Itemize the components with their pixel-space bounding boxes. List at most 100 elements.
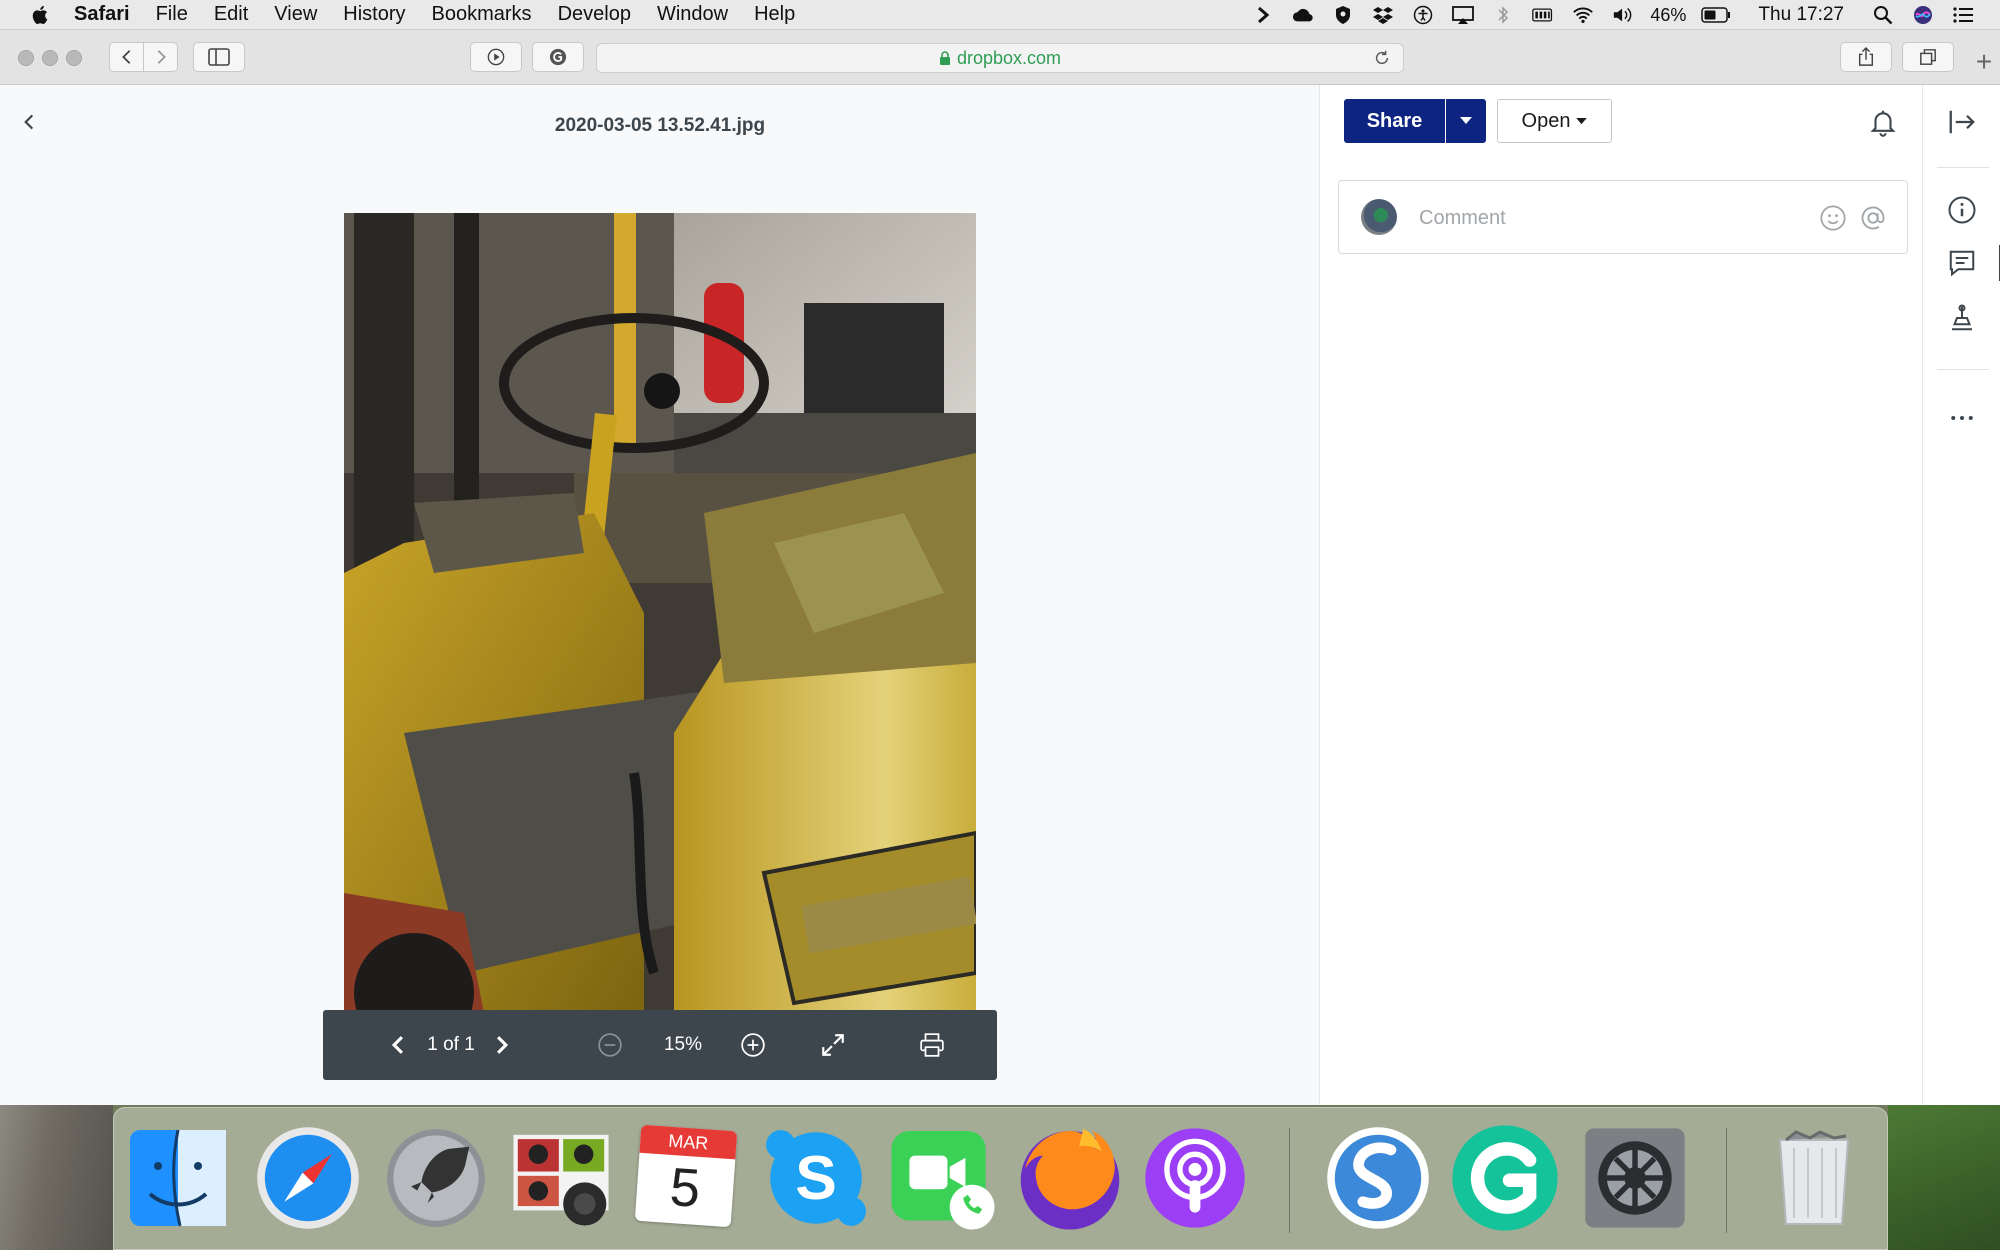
- fullscreen-button[interactable]: [816, 1010, 850, 1080]
- open-button[interactable]: Open: [1497, 99, 1612, 143]
- volume-icon[interactable]: [1610, 5, 1636, 25]
- menu-view[interactable]: View: [274, 3, 317, 26]
- emoji-icon[interactable]: [1819, 204, 1847, 232]
- tabs-icon: [1920, 49, 1936, 65]
- dock-divider: [1726, 1128, 1727, 1233]
- back-button[interactable]: [109, 42, 144, 72]
- battery-level-icon[interactable]: [1530, 5, 1556, 25]
- zoom-in-button[interactable]: [736, 1010, 770, 1080]
- menu-window[interactable]: Window: [657, 3, 728, 26]
- siri-icon[interactable]: [1910, 5, 1936, 25]
- simplenote-icon[interactable]: [1324, 1122, 1432, 1234]
- system-preferences-icon[interactable]: [1581, 1122, 1689, 1234]
- print-button[interactable]: [915, 1010, 949, 1080]
- comments-icon[interactable]: [1947, 248, 1977, 278]
- trash-icon[interactable]: [1764, 1122, 1864, 1234]
- safari-icon[interactable]: [254, 1122, 362, 1234]
- menu-safari[interactable]: Safari: [74, 3, 130, 26]
- address-bar[interactable]: dropbox.com: [596, 43, 1404, 73]
- desktop-wallpaper-left: [0, 1105, 113, 1250]
- previous-page-button[interactable]: [383, 1010, 413, 1080]
- zoom-in-icon: [741, 1033, 765, 1057]
- reader-play-button[interactable]: [470, 42, 522, 72]
- chevron-left-icon: [391, 1036, 404, 1054]
- share-button[interactable]: Share: [1344, 99, 1445, 143]
- wifi-icon[interactable]: [1570, 5, 1596, 25]
- podcasts-icon[interactable]: [1141, 1122, 1249, 1234]
- sidebar-toggle-button[interactable]: [193, 42, 245, 72]
- share-icon: [1858, 47, 1874, 66]
- battery-percent[interactable]: 46%: [1650, 5, 1686, 26]
- calendar-day: 5: [668, 1156, 703, 1219]
- menu-edit[interactable]: Edit: [214, 3, 248, 26]
- print-icon: [920, 1033, 944, 1057]
- facetime-icon[interactable]: [887, 1122, 999, 1234]
- url-text: dropbox.com: [956, 47, 1062, 68]
- dock-divider: [1289, 1128, 1290, 1233]
- comment-input[interactable]: [1419, 201, 1799, 235]
- grammarly-icon[interactable]: [1449, 1122, 1561, 1234]
- airplay-icon[interactable]: [1450, 5, 1476, 25]
- clock[interactable]: Thu 17:27: [1758, 4, 1844, 26]
- shield-icon[interactable]: [1330, 5, 1356, 25]
- menu-history[interactable]: History: [343, 3, 405, 26]
- notification-center-icon[interactable]: [1950, 5, 1976, 25]
- sidebar-icon: [208, 48, 230, 66]
- dock: MAR 5 S: [113, 1107, 1888, 1250]
- mention-icon[interactable]: [1859, 204, 1887, 232]
- sidebar-rail: [1922, 85, 2000, 1105]
- close-window-button[interactable]: [18, 50, 34, 66]
- minimize-window-button[interactable]: [42, 50, 58, 66]
- more-options-icon[interactable]: [1947, 403, 1977, 433]
- skype-icon[interactable]: S: [764, 1122, 868, 1234]
- file-sidebar: Share Open: [1320, 85, 1922, 1105]
- stamp-icon[interactable]: [1947, 303, 1977, 333]
- svg-text:S: S: [795, 1144, 837, 1213]
- info-icon[interactable]: [1947, 195, 1977, 225]
- caret-down-icon: [1460, 117, 1472, 124]
- firefox-icon[interactable]: [1014, 1122, 1126, 1234]
- menu-file[interactable]: File: [156, 3, 188, 26]
- bluetooth-icon[interactable]: [1490, 5, 1516, 25]
- menu-develop[interactable]: Develop: [558, 3, 631, 26]
- preview-controls: 1 of 1 15%: [323, 1010, 997, 1080]
- zoom-out-icon: [598, 1033, 622, 1057]
- finder-icon[interactable]: [128, 1122, 228, 1234]
- forward-button[interactable]: [143, 42, 178, 72]
- preview-image: [344, 213, 976, 1013]
- reload-icon[interactable]: [1373, 49, 1391, 67]
- tab-overview-button[interactable]: [1902, 42, 1954, 72]
- open-button-label: Open: [1521, 109, 1571, 132]
- grammarly-extension-button[interactable]: [532, 42, 584, 72]
- grammarly-icon: [549, 48, 567, 66]
- dropbox-icon[interactable]: [1370, 5, 1396, 25]
- zoom-window-button[interactable]: [66, 50, 82, 66]
- menu-help[interactable]: Help: [754, 3, 795, 26]
- spotlight-icon[interactable]: [1870, 5, 1896, 25]
- apple-icon[interactable]: [30, 4, 52, 26]
- zoom-out-button[interactable]: [593, 1010, 627, 1080]
- collapse-sidebar-icon[interactable]: [1947, 107, 1977, 137]
- accessibility-icon[interactable]: [1410, 5, 1436, 25]
- bell-icon[interactable]: [1868, 107, 1898, 137]
- photo-booth-icon[interactable]: [507, 1122, 615, 1234]
- share-sheet-button[interactable]: [1840, 42, 1892, 72]
- new-tab-button[interactable]: +: [1968, 46, 2000, 78]
- zoom-level: 15%: [663, 1034, 703, 1055]
- share-options-button[interactable]: [1446, 99, 1486, 143]
- avatar: [1361, 199, 1397, 235]
- next-page-button[interactable]: [487, 1010, 517, 1080]
- forklift-photo: [344, 213, 976, 1013]
- creative-cloud-icon[interactable]: [1290, 5, 1316, 25]
- rail-divider: [1937, 369, 1989, 370]
- chevron-left-icon: [121, 50, 130, 64]
- desktop-wallpaper-right: [1888, 1105, 2000, 1250]
- caret-down-icon: [1576, 117, 1588, 124]
- menu-bookmarks[interactable]: Bookmarks: [432, 3, 532, 26]
- dropbox-page: 2020-03-05 13.52.41.jpg 1 of 1 15% Share…: [0, 85, 2000, 1105]
- launchpad-icon[interactable]: [384, 1122, 488, 1234]
- calendar-icon[interactable]: MAR 5: [634, 1122, 738, 1234]
- chevron-right-icon: [496, 1036, 509, 1054]
- battery-icon[interactable]: [1700, 5, 1732, 25]
- chevron-right-icon[interactable]: [1250, 5, 1276, 25]
